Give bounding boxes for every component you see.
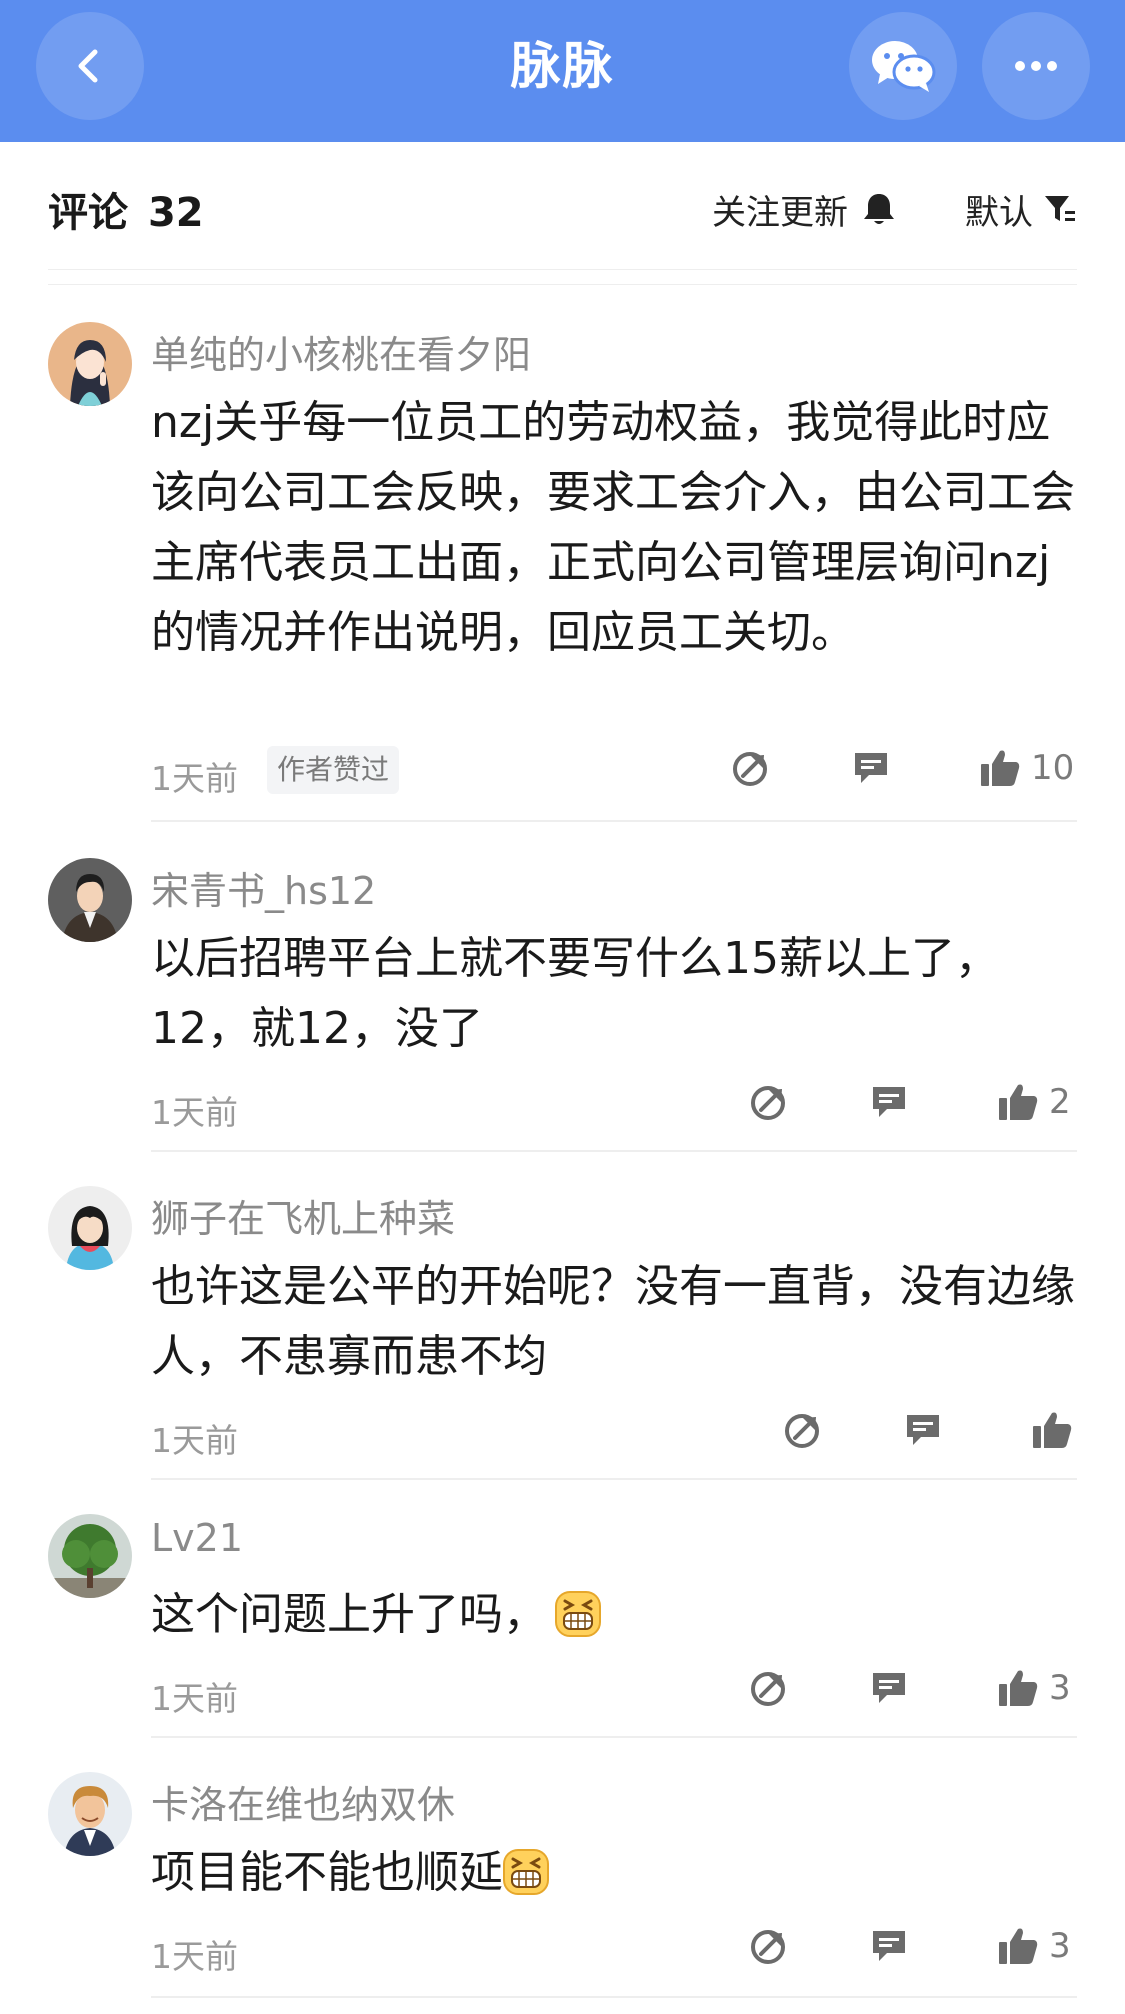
share-button[interactable] [749, 1668, 789, 1708]
like-button[interactable]: 10 [979, 748, 1074, 788]
sort-filter-button[interactable]: 默认 [965, 184, 1077, 234]
more-button[interactable] [982, 12, 1090, 120]
comment-bubble-icon [855, 753, 887, 783]
comment-time: 1天前 [151, 1937, 238, 1976]
comment-divider [151, 1996, 1077, 1998]
comment-text-content: 这个问题上升了吗， [151, 1589, 547, 1640]
share-wechat-button[interactable] [849, 12, 957, 120]
comment-username[interactable]: 单纯的小核桃在看夕阳 [151, 324, 531, 379]
user-avatar-tree-icon [48, 1514, 132, 1598]
thumbs-up-icon [999, 1670, 1038, 1706]
comment-meta: 1天前 2 [151, 1082, 1077, 1132]
share-button[interactable] [731, 748, 771, 788]
comment-username[interactable]: Lv21 [151, 1516, 243, 1560]
share-forward-icon [785, 1414, 819, 1448]
comment-divider [151, 820, 1077, 822]
comment-meta: 1天前 作者赞过 10 [151, 746, 1077, 798]
user-avatar-man-icon [48, 858, 132, 942]
comment-username[interactable]: 狮子在飞机上种菜 [151, 1188, 455, 1243]
reply-button[interactable] [869, 1926, 909, 1966]
thumbs-up-icon [981, 750, 1020, 786]
share-forward-icon [751, 1930, 785, 1964]
top-nav-bar: 脉脉 [0, 0, 1125, 142]
comment-username[interactable]: 宋青书_hs12 [151, 860, 376, 915]
avatar[interactable] [48, 1514, 132, 1598]
comment-divider [151, 1736, 1077, 1738]
thumbs-up-icon [999, 1928, 1038, 1964]
comment-bubble-icon [873, 1931, 905, 1961]
like-count: 10 [1031, 748, 1075, 788]
avatar[interactable] [48, 322, 132, 406]
comment-bubble-icon [907, 1415, 939, 1445]
comment-text-content: 项目能不能也顺延 [151, 1847, 503, 1898]
comments-header: 评论 32 关注更新 默认 [48, 142, 1077, 270]
comments-count: 32 [147, 190, 204, 236]
sort-label: 默认 [965, 192, 1033, 233]
like-button[interactable]: 2 [997, 1082, 1071, 1122]
comment-divider [151, 1150, 1077, 1152]
follow-updates-button[interactable]: 关注更新 [712, 184, 896, 234]
grin-emoji-icon [503, 1849, 549, 1895]
grin-emoji-icon [555, 1591, 601, 1637]
like-button[interactable] [1031, 1410, 1083, 1450]
comment-time: 1天前 [151, 1093, 238, 1132]
author-liked-badge: 作者赞过 [267, 746, 400, 794]
user-avatar-woman-icon [48, 322, 132, 406]
header-divider [48, 284, 1077, 285]
more-dots-icon [1015, 61, 1057, 71]
comment-bubble-icon [873, 1673, 905, 1703]
bell-icon [864, 194, 894, 224]
like-button[interactable]: 3 [997, 1668, 1071, 1708]
like-button[interactable]: 3 [997, 1926, 1071, 1966]
comments-label: 评论 [48, 190, 128, 236]
share-button[interactable] [749, 1926, 789, 1966]
follow-updates-label: 关注更新 [712, 192, 848, 233]
comment-time: 1天前 [151, 759, 238, 798]
like-count: 3 [1049, 1668, 1071, 1708]
comment-bubble-icon [873, 1087, 905, 1117]
reply-button[interactable] [869, 1082, 909, 1122]
comment-text: 项目能不能也顺延 [151, 1838, 1081, 1908]
comment-meta: 1天前 [151, 1410, 1077, 1460]
comment-meta: 1天前 3 [151, 1668, 1077, 1718]
wechat-icon [872, 41, 936, 92]
comment-text: 也许这是公平的开始呢？没有一直背，没有边缘人，不患寡而患不均 [151, 1261, 1075, 1382]
comment-time: 1天前 [151, 1421, 238, 1460]
thumbs-up-icon [999, 1084, 1038, 1120]
avatar[interactable] [48, 858, 132, 942]
reply-button[interactable] [851, 748, 891, 788]
thumbs-up-icon [1033, 1412, 1072, 1448]
comment-username[interactable]: 卡洛在维也纳双休 [151, 1774, 455, 1829]
like-count: 2 [1049, 1082, 1071, 1122]
comments-count-title: 评论 32 [48, 180, 204, 238]
avatar[interactable] [48, 1186, 132, 1270]
comment-text: 以后招聘平台上就不要写什么15薪以上了，12，就12，没了 [151, 933, 999, 1054]
reply-button[interactable] [869, 1668, 909, 1708]
comment-time: 1天前 [151, 1679, 238, 1718]
comment-text: nzj关乎每一位员工的劳动权益，我觉得此时应该向公司工会反映，要求工会介入，由公… [151, 397, 1075, 658]
share-forward-icon [751, 1086, 785, 1120]
share-button[interactable] [783, 1410, 823, 1450]
share-button[interactable] [749, 1082, 789, 1122]
comment-text: 这个问题上升了吗， [151, 1580, 1081, 1650]
reply-button[interactable] [903, 1410, 943, 1450]
comment-divider [151, 1478, 1077, 1480]
share-forward-icon [733, 752, 767, 786]
like-count: 3 [1049, 1926, 1071, 1966]
comment-meta: 1天前 3 [151, 1926, 1077, 1976]
avatar[interactable] [48, 1772, 132, 1856]
user-avatar-girl-icon [48, 1186, 132, 1270]
share-forward-icon [751, 1672, 785, 1706]
user-avatar-cartoon-man-icon [48, 1772, 132, 1856]
filter-icon [1045, 196, 1075, 221]
